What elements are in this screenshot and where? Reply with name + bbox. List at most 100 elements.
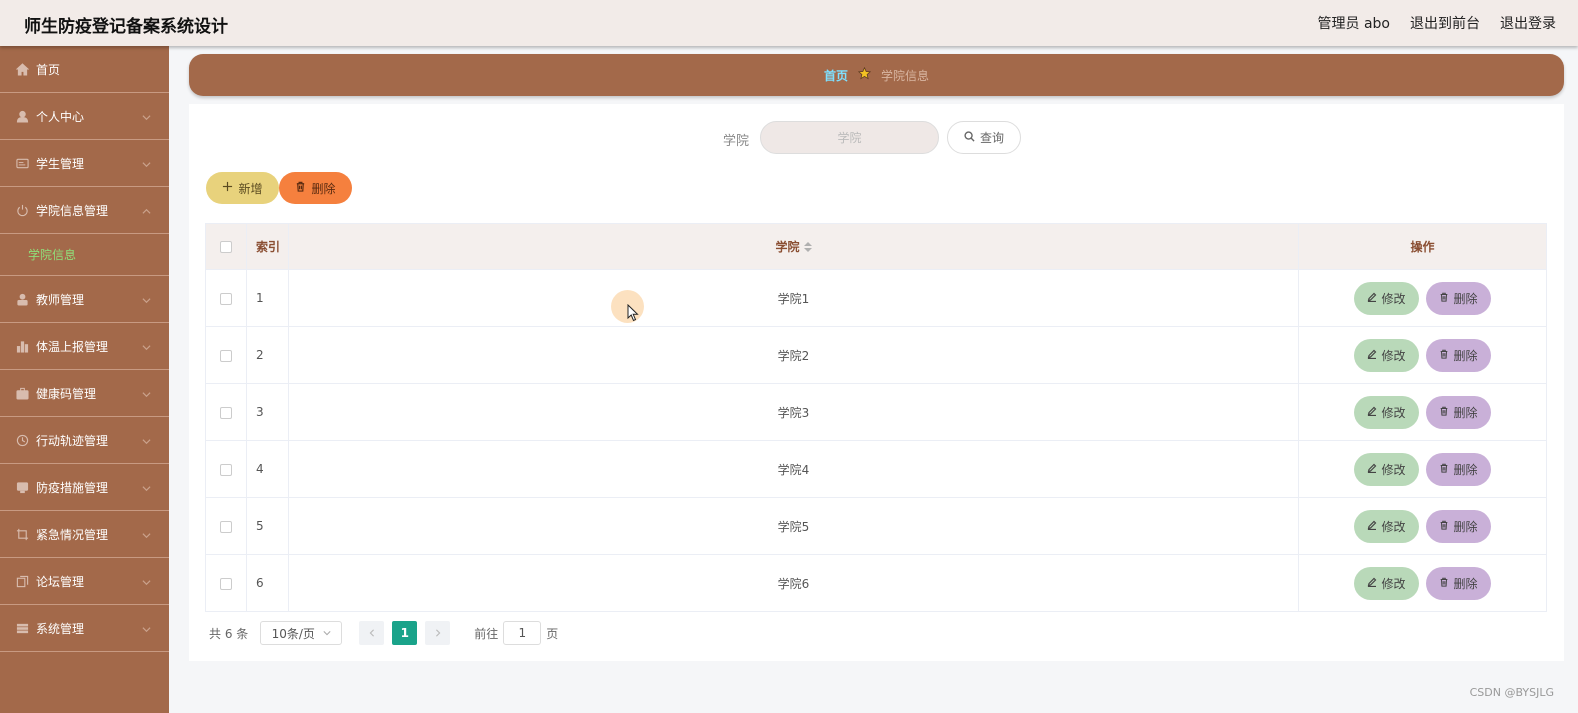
delete-button[interactable]: 删除 bbox=[1426, 395, 1491, 429]
delete-button-label: 删除 bbox=[1453, 462, 1478, 477]
header-select-all[interactable] bbox=[205, 223, 247, 270]
row-select-cell[interactable] bbox=[205, 554, 247, 612]
header-college-label: 学院 bbox=[775, 240, 800, 254]
table-row: 3 学院3 修改 删除 bbox=[205, 383, 1547, 441]
sidebar-item-health-code[interactable]: 健康码管理 bbox=[0, 370, 169, 417]
edit-button[interactable]: 修改 bbox=[1354, 395, 1419, 429]
row-checkbox[interactable] bbox=[220, 520, 232, 533]
sidebar-item-forum[interactable]: 论坛管理 bbox=[0, 558, 169, 605]
edit-button-label: 修改 bbox=[1381, 519, 1406, 534]
delete-button-label: 删除 bbox=[1453, 405, 1478, 420]
sidebar-item-teachers[interactable]: 教师管理 bbox=[0, 276, 169, 323]
edit-button[interactable]: 修改 bbox=[1354, 338, 1419, 372]
sidebar-item-temperature-report[interactable]: 体温上报管理 bbox=[0, 323, 169, 370]
trash-icon bbox=[1439, 348, 1449, 362]
breadcrumb-current: 学院信息 bbox=[881, 68, 930, 83]
delete-button[interactable]: 删除 bbox=[1426, 566, 1491, 600]
sidebar-item-system[interactable]: 系统管理 bbox=[0, 605, 169, 652]
search-icon bbox=[964, 130, 975, 145]
edit-button[interactable]: 修改 bbox=[1354, 509, 1419, 543]
teacher-icon bbox=[15, 292, 29, 306]
table-row: 6 学院6 修改 删除 bbox=[205, 554, 1547, 612]
sidebar-item-profile[interactable]: 个人中心 bbox=[0, 93, 169, 140]
delete-button[interactable]: 删除 bbox=[1426, 281, 1491, 315]
row-select-cell[interactable] bbox=[205, 440, 247, 498]
row-select-cell[interactable] bbox=[205, 326, 247, 384]
sidebar-item-label: 紧急情况管理 bbox=[36, 527, 109, 542]
exit-to-frontend-link[interactable]: 退出到前台 bbox=[1410, 13, 1480, 33]
search-input[interactable] bbox=[760, 121, 939, 154]
row-checkbox[interactable] bbox=[220, 406, 232, 419]
row-checkbox[interactable] bbox=[220, 292, 232, 305]
sidebar-item-label: 防疫措施管理 bbox=[36, 480, 109, 495]
sidebar-item-emergency[interactable]: 紧急情况管理 bbox=[0, 511, 169, 558]
row-ops: 修改 删除 bbox=[1298, 440, 1547, 498]
chevron-down-icon bbox=[142, 158, 151, 168]
sidebar-item-students[interactable]: 学生管理 bbox=[0, 140, 169, 187]
search-row: 学院 查询 bbox=[189, 121, 1564, 154]
admin-user-label[interactable]: 管理员 abo bbox=[1318, 13, 1390, 33]
search-button[interactable]: 查询 bbox=[947, 121, 1021, 154]
page-number-current[interactable]: 1 bbox=[392, 621, 418, 645]
edit-button-label: 修改 bbox=[1381, 348, 1406, 363]
delete-button-label: 删除 bbox=[1453, 348, 1478, 363]
breadcrumb-home[interactable]: 首页 bbox=[824, 67, 848, 84]
row-ops: 修改 删除 bbox=[1298, 383, 1547, 441]
row-checkbox[interactable] bbox=[220, 577, 232, 590]
chevron-up-icon bbox=[142, 205, 151, 214]
row-select-cell[interactable] bbox=[205, 269, 247, 327]
sidebar-item-prevention-measures[interactable]: 防疫措施管理 bbox=[0, 464, 169, 511]
sidebar-item-label: 教师管理 bbox=[36, 292, 85, 307]
edit-icon bbox=[1367, 348, 1377, 362]
next-page-button[interactable] bbox=[425, 621, 451, 645]
chevron-left-icon bbox=[368, 626, 376, 640]
edit-button[interactable]: 修改 bbox=[1354, 566, 1419, 600]
edit-button-label: 修改 bbox=[1381, 576, 1406, 591]
page-size-select[interactable]: 10条/页 bbox=[260, 621, 343, 645]
row-ops: 修改 删除 bbox=[1298, 269, 1547, 327]
sidebar-item-home[interactable]: 首页 bbox=[0, 46, 169, 93]
add-button[interactable]: 新增 bbox=[206, 172, 279, 204]
goto-page-input[interactable] bbox=[503, 621, 542, 645]
edit-button-label: 修改 bbox=[1381, 405, 1406, 420]
chevron-down-icon bbox=[142, 435, 151, 445]
header-college[interactable]: 学院 bbox=[288, 223, 1299, 270]
sidebar-item-label: 健康码管理 bbox=[36, 386, 97, 401]
delete-button[interactable]: 删除 bbox=[1426, 452, 1491, 486]
select-all-checkbox[interactable] bbox=[220, 241, 232, 253]
sidebar-item-trajectory[interactable]: 行动轨迹管理 bbox=[0, 417, 169, 464]
star-icon bbox=[857, 66, 872, 83]
edit-button[interactable]: 修改 bbox=[1354, 452, 1419, 486]
pagination: 共 6 条 10条/页 1 前往 页 bbox=[209, 621, 558, 645]
trash-icon bbox=[1439, 291, 1449, 305]
edit-button[interactable]: 修改 bbox=[1354, 281, 1419, 315]
copy-icon bbox=[15, 574, 29, 588]
header-ops: 操作 bbox=[1298, 223, 1547, 270]
table-row: 4 学院4 修改 删除 bbox=[205, 440, 1547, 498]
row-select-cell[interactable] bbox=[205, 383, 247, 441]
row-college-name: 学院6 bbox=[288, 554, 1299, 612]
chevron-down-icon bbox=[142, 341, 151, 351]
row-checkbox[interactable] bbox=[220, 349, 232, 362]
monitor-icon bbox=[15, 480, 29, 494]
logout-link[interactable]: 退出登录 bbox=[1500, 13, 1556, 33]
delete-button-label: 删除 bbox=[1453, 576, 1478, 591]
chevron-down-icon bbox=[323, 626, 331, 640]
add-button-label: 新增 bbox=[238, 181, 263, 196]
row-select-cell[interactable] bbox=[205, 497, 247, 555]
trash-icon bbox=[1439, 576, 1449, 590]
sort-icon[interactable] bbox=[803, 241, 812, 255]
delete-button[interactable]: 删除 bbox=[1426, 509, 1491, 543]
batch-delete-button[interactable]: 删除 bbox=[279, 172, 352, 204]
sidebar-item-college-info-management[interactable]: 学院信息管理 bbox=[0, 187, 169, 234]
sidebar-item-label: 首页 bbox=[36, 62, 61, 77]
row-checkbox[interactable] bbox=[220, 463, 232, 476]
sidebar-subitem-college-info[interactable]: 学院信息 bbox=[0, 234, 169, 276]
bar-chart-icon bbox=[15, 339, 29, 353]
trash-icon bbox=[295, 181, 306, 195]
sidebar-item-label: 系统管理 bbox=[36, 621, 85, 636]
delete-button-label: 删除 bbox=[1453, 291, 1478, 306]
sidebar-item-label: 学生管理 bbox=[36, 156, 85, 171]
prev-page-button[interactable] bbox=[359, 621, 385, 645]
delete-button[interactable]: 删除 bbox=[1426, 338, 1491, 372]
